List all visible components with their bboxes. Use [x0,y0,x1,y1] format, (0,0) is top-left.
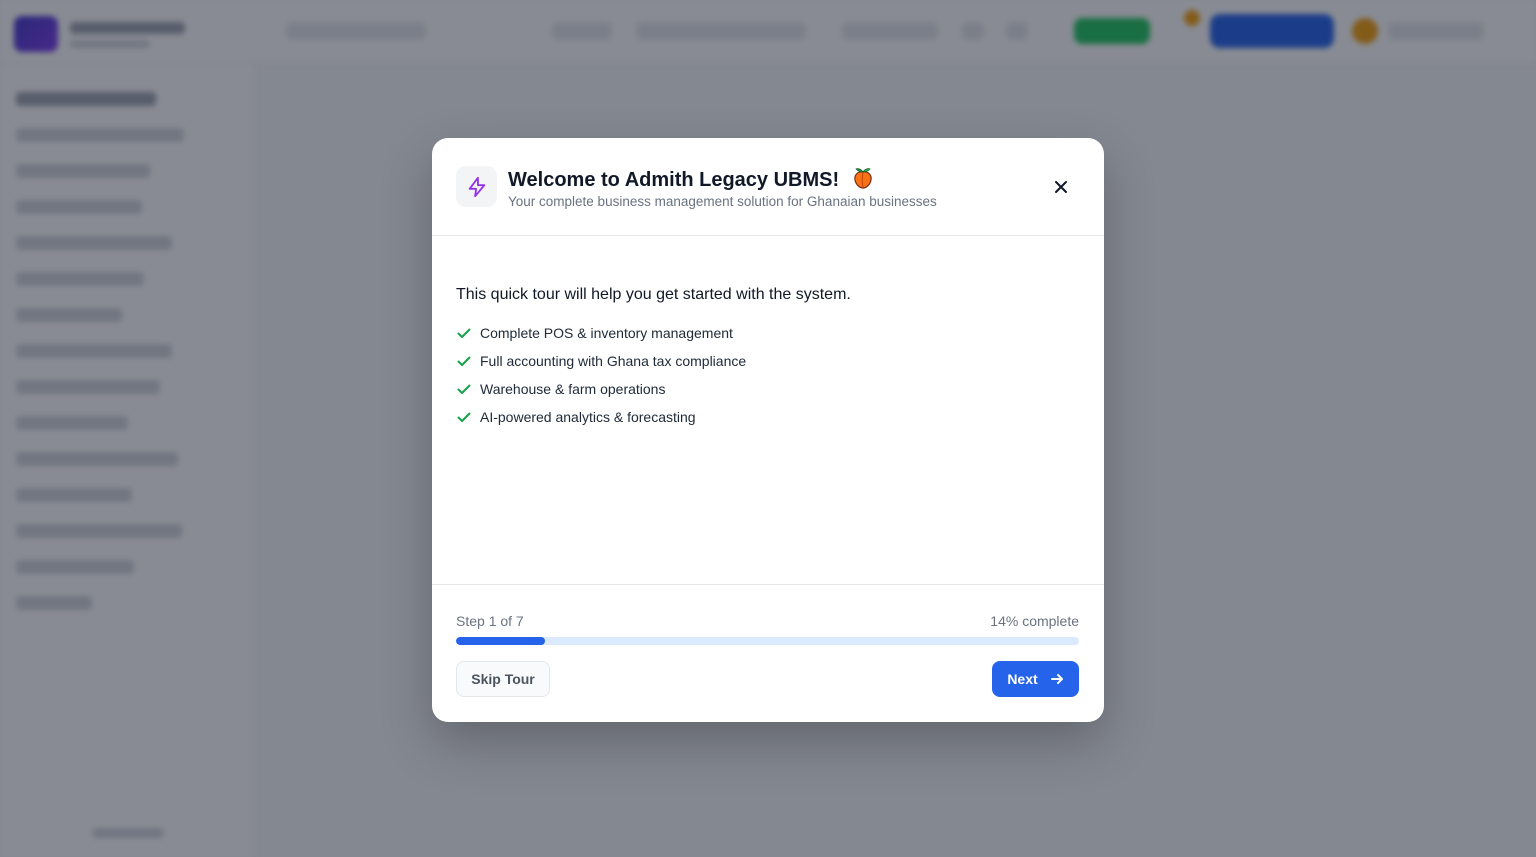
step-indicator: Step 1 of 7 [456,613,524,629]
feature-item: AI-powered analytics & forecasting [456,403,746,431]
feature-label: Complete POS & inventory management [480,325,733,341]
check-icon [456,325,472,341]
modal-title-row: Welcome to Admith Legacy UBMS! [508,166,875,196]
feature-item: Full accounting with Ghana tax complianc… [456,347,746,375]
feature-label: Warehouse & farm operations [480,381,666,397]
peach-emoji-icon [851,166,875,196]
feature-label: AI-powered analytics & forecasting [480,409,696,425]
progress-bar [456,637,1079,645]
progress-percent: 14% complete [990,613,1079,629]
feature-item: Complete POS & inventory management [456,319,746,347]
modal-body: This quick tour will help you get starte… [432,236,1104,584]
close-button[interactable] [1048,174,1074,200]
check-icon [456,353,472,369]
welcome-tour-modal: Welcome to Admith Legacy UBMS! Your comp… [432,138,1104,722]
skip-tour-button[interactable]: Skip Tour [456,661,550,697]
check-icon [456,381,472,397]
modal-subtitle: Your complete business management soluti… [508,194,937,209]
progress-bar-fill [456,637,546,645]
modal-footer: Step 1 of 7 14% complete Skip Tour Next [432,584,1104,722]
feature-item: Warehouse & farm operations [456,375,746,403]
modal-title: Welcome to Admith Legacy UBMS! [508,169,840,191]
tour-intro-text: This quick tour will help you get starte… [456,286,851,303]
arrow-right-icon [1050,672,1064,686]
close-icon [1055,181,1067,193]
next-button[interactable]: Next [992,661,1079,697]
check-icon [456,409,472,425]
feature-list: Complete POS & inventory management Full… [456,319,746,431]
feature-label: Full accounting with Ghana tax complianc… [480,353,747,369]
next-button-label: Next [1007,671,1038,687]
modal-header: Welcome to Admith Legacy UBMS! Your comp… [432,138,1104,236]
lightning-icon [456,166,497,207]
